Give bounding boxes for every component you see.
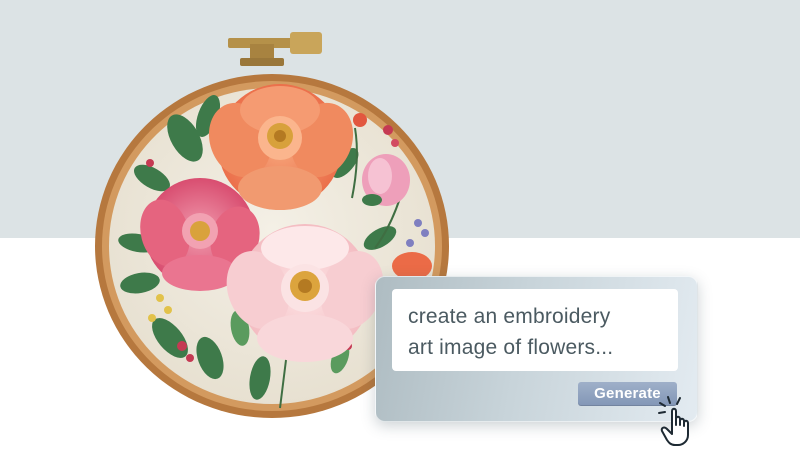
- pink-rosebud: [362, 154, 410, 206]
- hand-pointer-icon: [658, 396, 689, 446]
- prompt-line-1: create an embroidery: [408, 305, 611, 328]
- hoop-screw: [228, 32, 322, 66]
- prompt-line-2: art image of flowers...: [408, 336, 614, 359]
- prompt-input[interactable]: create an embroidery art image of flower…: [392, 289, 678, 371]
- prompt-card: create an embroidery art image of flower…: [375, 276, 698, 422]
